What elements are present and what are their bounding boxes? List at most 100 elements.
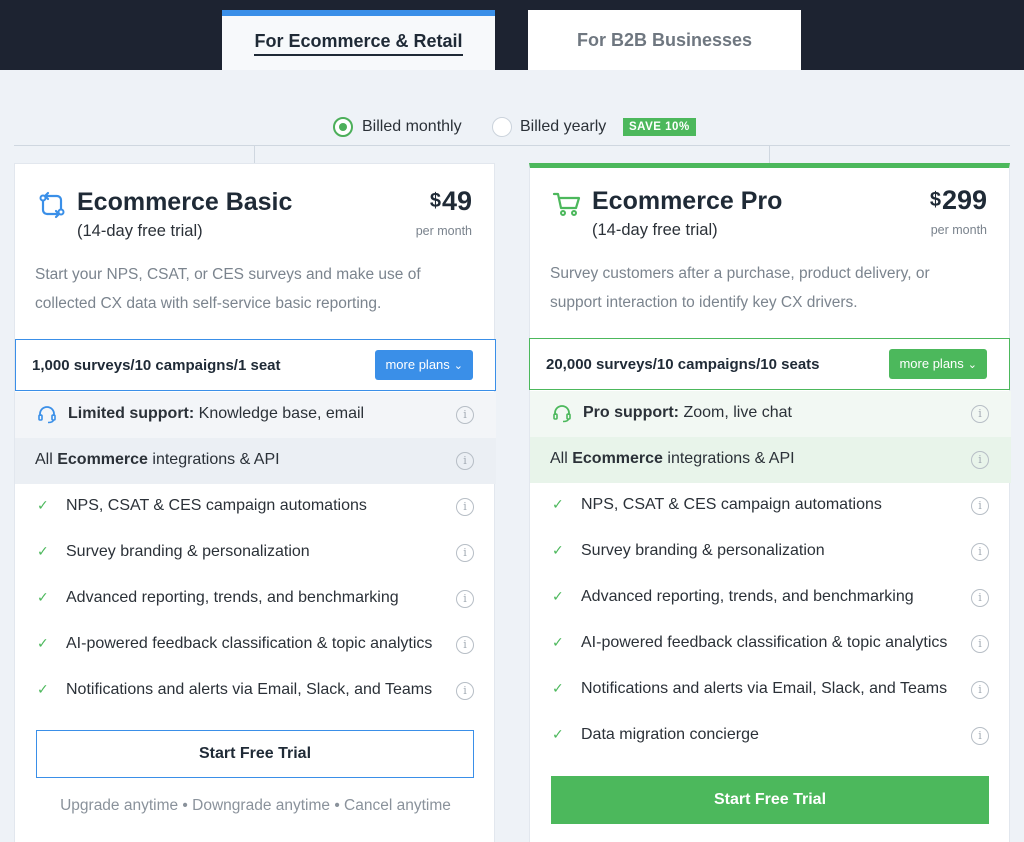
plan-price: $49	[430, 186, 472, 217]
feature-text: NPS, CSAT & CES campaign automations	[66, 497, 367, 514]
feature-row: ✓ Notifications and alerts via Email, Sl…	[15, 668, 496, 714]
info-icon[interactable]: i	[456, 498, 474, 516]
save-badge: SAVE 10%	[623, 118, 696, 136]
support-level: Pro support:	[583, 404, 679, 421]
currency-symbol: $	[929, 189, 941, 211]
billed-monthly-radio[interactable]	[333, 117, 353, 137]
arrows-swap-icon	[39, 191, 65, 219]
feature-row: ✓ NPS, CSAT & CES campaign automations i	[15, 484, 496, 530]
feature-row: ✓ AI-powered feedback classification & t…	[15, 622, 496, 668]
feature-row: ✓ Survey branding & personalization i	[15, 530, 496, 576]
feature-text: Notifications and alerts via Email, Slac…	[581, 680, 948, 697]
plan-volume-box: 1,000 surveys/10 campaigns/1 seat more p…	[15, 339, 496, 391]
more-plans-label: more plans	[385, 357, 450, 372]
check-icon: ✓	[37, 635, 49, 651]
info-icon[interactable]: i	[456, 682, 474, 700]
info-icon[interactable]: i	[456, 636, 474, 654]
check-icon: ✓	[552, 588, 564, 604]
plan-trial: (14-day free trial)	[592, 221, 718, 239]
info-icon[interactable]: i	[456, 544, 474, 562]
support-channels: Knowledge base, email	[194, 405, 365, 422]
feature-text: Advanced reporting, trends, and benchmar…	[581, 588, 914, 605]
more-plans-button[interactable]: more plans ⌄	[375, 350, 473, 380]
support-text: Limited support: Knowledge base, email	[68, 405, 364, 423]
feature-text: Advanced reporting, trends, and benchmar…	[66, 589, 399, 606]
billing-toggle: Billed monthly Billed yearly SAVE 10%	[0, 116, 1024, 138]
info-icon[interactable]: i	[971, 497, 989, 515]
billed-yearly-radio[interactable]	[492, 117, 512, 137]
support-text: Pro support: Zoom, live chat	[583, 404, 792, 422]
price-amount: 49	[441, 186, 472, 216]
info-icon[interactable]: i	[971, 681, 989, 699]
integrations-platform: Ecommerce	[57, 451, 148, 468]
integrations-suffix: integrations & API	[147, 451, 280, 468]
integrations-row: All Ecommerce integrations & API i	[15, 438, 496, 484]
plan-title: Ecommerce Basic	[77, 188, 293, 216]
price-period: per month	[415, 224, 472, 238]
price-period: per month	[930, 223, 987, 237]
billed-monthly-label[interactable]: Billed monthly	[362, 118, 462, 136]
integrations-prefix: All	[35, 451, 58, 468]
support-row: Limited support: Knowledge base, email i	[15, 392, 496, 438]
feature-text: Survey branding & personalization	[66, 543, 310, 560]
feature-row: ✓ Notifications and alerts via Email, Sl…	[530, 667, 1011, 713]
info-icon[interactable]: i	[456, 452, 474, 470]
plan-volume: 1,000 surveys/10 campaigns/1 seat	[32, 357, 281, 374]
info-icon[interactable]: i	[971, 635, 989, 653]
plan-price: $299	[930, 185, 987, 216]
info-icon[interactable]: i	[456, 590, 474, 608]
feature-row: ✓ Data migration concierge i	[530, 713, 1011, 759]
start-free-trial-button[interactable]: Start Free Trial	[36, 730, 474, 778]
check-icon: ✓	[552, 496, 564, 512]
info-icon[interactable]: i	[971, 405, 989, 423]
info-icon[interactable]: i	[971, 451, 989, 469]
feature-row: ✓ Survey branding & personalization i	[530, 529, 1011, 575]
feature-row: ✓ AI-powered feedback classification & t…	[530, 621, 1011, 667]
feature-text: NPS, CSAT & CES campaign automations	[581, 496, 882, 513]
chevron-down-icon: ⌄	[453, 360, 463, 372]
info-icon[interactable]: i	[971, 589, 989, 607]
check-icon: ✓	[552, 634, 564, 650]
check-icon: ✓	[37, 589, 49, 605]
feature-row: ✓ Advanced reporting, trends, and benchm…	[530, 575, 1011, 621]
info-icon[interactable]: i	[971, 727, 989, 745]
tab-label: For B2B Businesses	[576, 29, 753, 50]
headset-icon	[553, 405, 571, 423]
check-icon: ✓	[37, 497, 49, 513]
tab-b2b-businesses[interactable]: For B2B Businesses	[528, 10, 801, 70]
headset-icon	[38, 406, 56, 424]
plan-description: Survey customers after a purchase, produ…	[550, 265, 930, 311]
price-amount: 299	[941, 185, 987, 215]
integrations-row: All Ecommerce integrations & API i	[530, 437, 1011, 483]
feature-text: Data migration concierge	[581, 726, 759, 743]
integrations-platform: Ecommerce	[572, 450, 663, 467]
plan-card-ecommerce-basic: Ecommerce Basic (14-day free trial) $49 …	[14, 163, 496, 842]
info-icon[interactable]: i	[971, 543, 989, 561]
feature-text: AI-powered feedback classification & top…	[581, 634, 948, 651]
more-plans-label: more plans	[899, 356, 964, 371]
plan-description: Start your NPS, CSAT, or CES surveys and…	[35, 266, 421, 312]
info-icon[interactable]: i	[456, 406, 474, 424]
tab-label: For Ecommerce & Retail	[254, 31, 463, 56]
connector-line	[14, 145, 1010, 146]
billed-yearly-label[interactable]: Billed yearly	[520, 118, 606, 136]
check-icon: ✓	[37, 543, 49, 559]
plan-volume: 20,000 surveys/10 campaigns/10 seats	[546, 356, 820, 373]
feature-text: Survey branding & personalization	[581, 542, 825, 559]
tab-ecommerce-retail[interactable]: For Ecommerce & Retail	[222, 10, 495, 70]
connector-line	[769, 145, 770, 163]
start-free-trial-button[interactable]: Start Free Trial	[551, 776, 989, 824]
feature-text: Notifications and alerts via Email, Slac…	[66, 681, 433, 698]
integrations-suffix: integrations & API	[662, 450, 795, 467]
integrations-prefix: All	[550, 450, 573, 467]
support-channels: Zoom, live chat	[679, 404, 792, 421]
more-plans-button[interactable]: more plans ⌄	[889, 349, 987, 379]
plan-trial: (14-day free trial)	[77, 222, 203, 240]
feature-row: ✓ Advanced reporting, trends, and benchm…	[15, 576, 496, 622]
integrations-text: All Ecommerce integrations & API	[550, 450, 795, 468]
check-icon: ✓	[552, 680, 564, 696]
plan-card-ecommerce-pro: Ecommerce Pro (14-day free trial) $299 p…	[529, 163, 1011, 842]
check-icon: ✓	[37, 681, 49, 697]
currency-symbol: $	[429, 190, 441, 212]
support-row: Pro support: Zoom, live chat i	[530, 391, 1011, 437]
